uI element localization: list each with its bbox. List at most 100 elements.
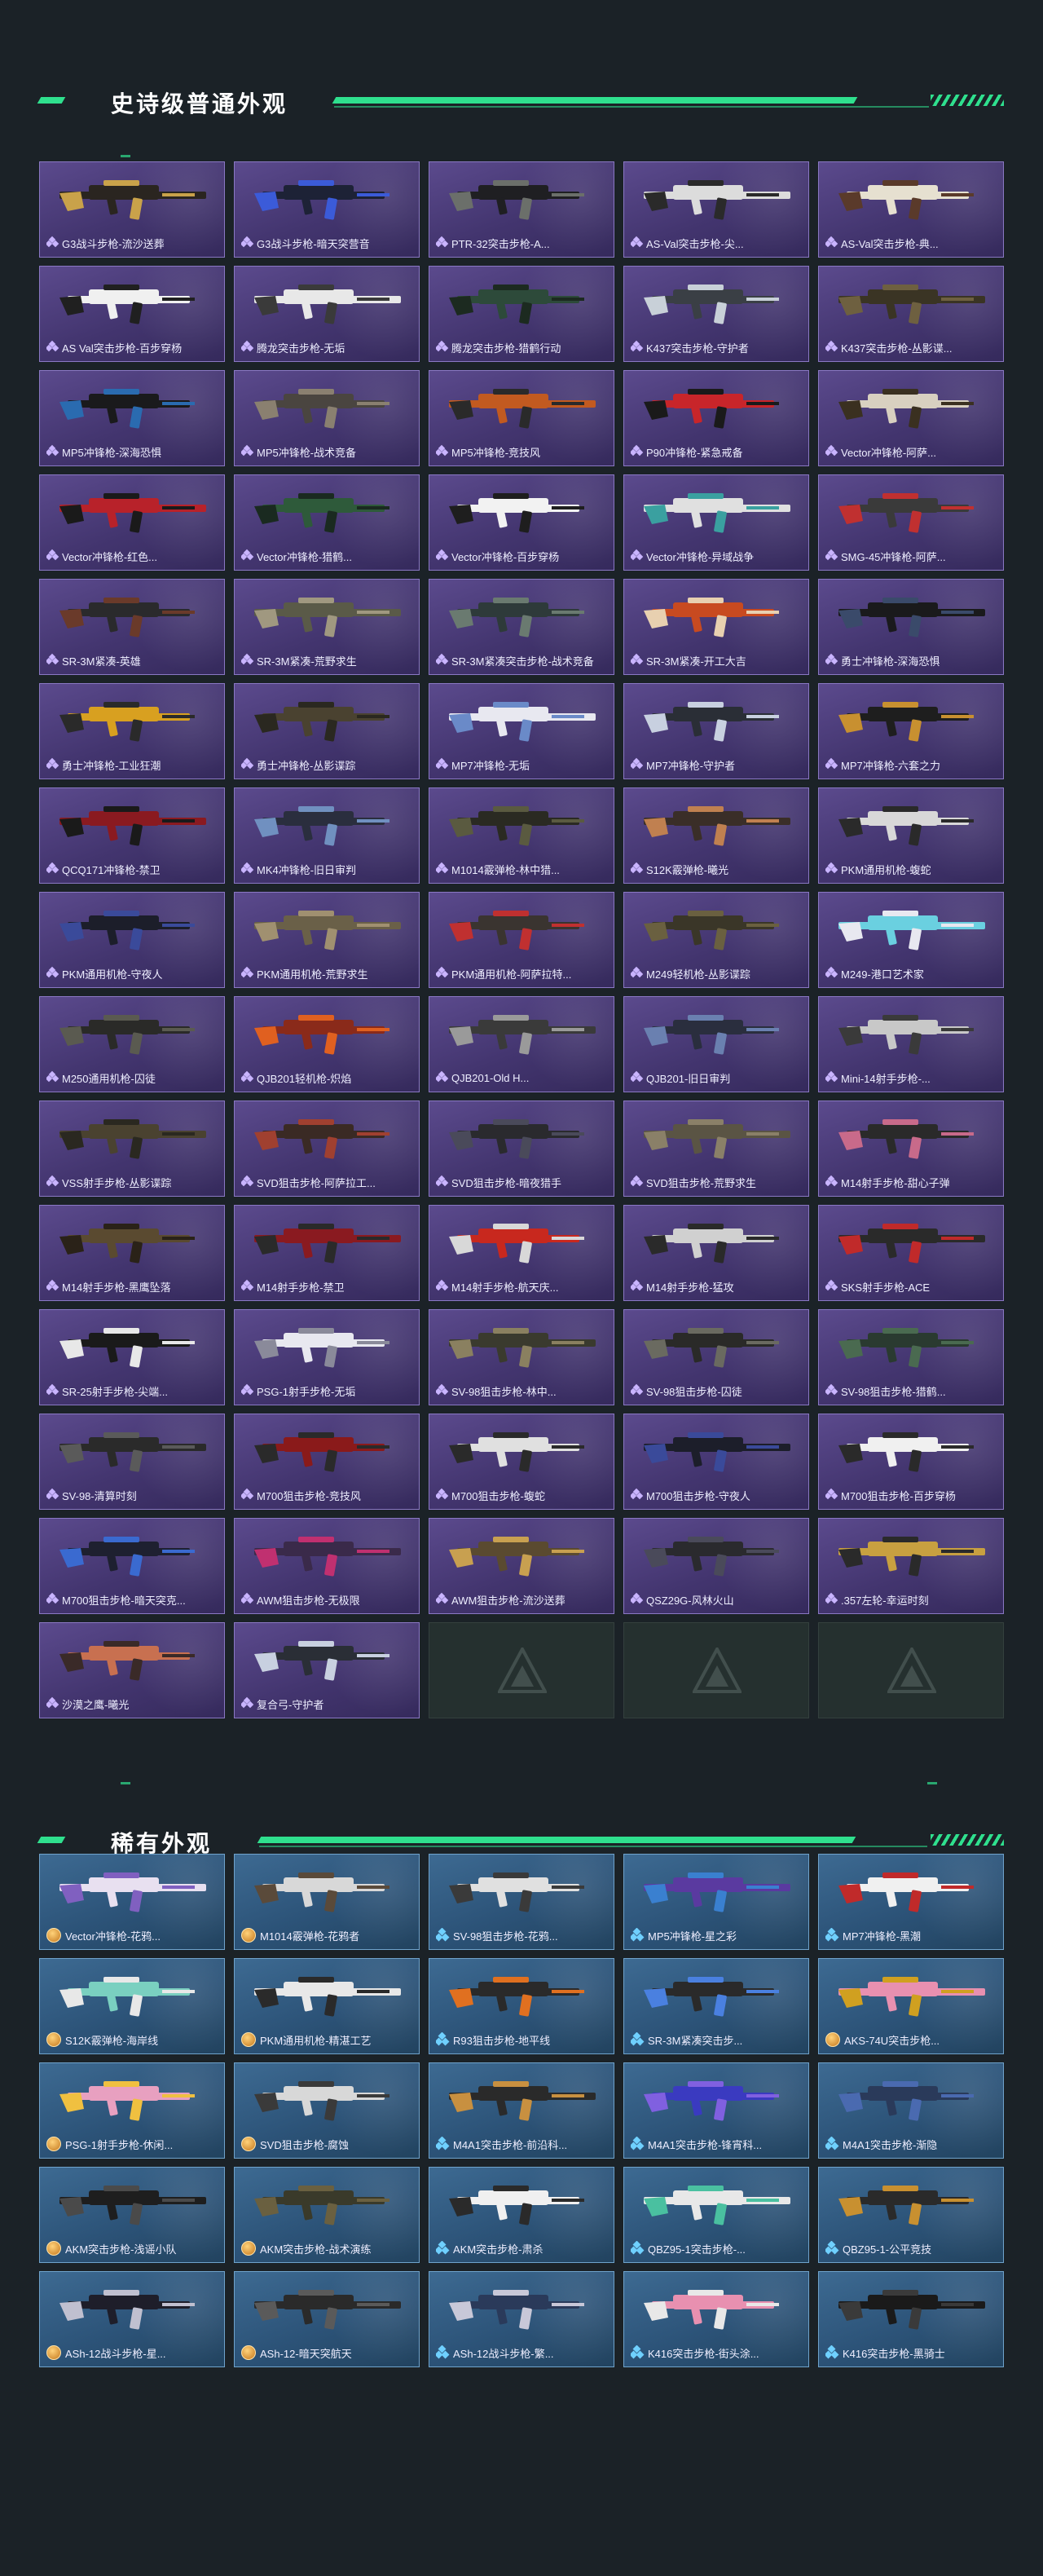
skin-card[interactable]: QJB201-旧日审判 — [623, 996, 809, 1092]
skin-card[interactable]: MP7冲锋枪-黑潮 — [818, 1854, 1004, 1950]
epic-rarity-icon — [46, 340, 59, 353]
skin-card[interactable]: MP7冲锋枪-无垢 — [429, 683, 614, 779]
skin-card[interactable]: 勇士冲锋枪-深海恐惧 — [818, 579, 1004, 675]
skin-name: QBZ95-1-公平竞技 — [843, 2243, 932, 2256]
skin-card[interactable]: SR-3M紧凑突击步... — [623, 1958, 809, 2054]
skin-card[interactable]: M14射手步枪-猛攻 — [623, 1205, 809, 1301]
skin-card[interactable]: MK4冲锋枪-旧日审判 — [234, 787, 420, 884]
skin-card[interactable]: 腾龙突击步枪-猎鹤行动 — [429, 266, 614, 362]
skin-card[interactable]: AS-Val突击步枪-典... — [818, 161, 1004, 258]
skin-card[interactable]: MP5冲锋枪-深海恐惧 — [39, 370, 225, 466]
skin-card[interactable]: M250通用机枪-囚徒 — [39, 996, 225, 1092]
skin-card[interactable]: K437突击步枪-丛影谍... — [818, 266, 1004, 362]
skin-card[interactable]: M249轻机枪-丛影谍踪 — [623, 892, 809, 988]
skin-card[interactable]: SR-3M紧凑-荒野求生 — [234, 579, 420, 675]
skin-card[interactable]: M4A1突击步枪-渐隐 — [818, 2062, 1004, 2159]
skin-card[interactable]: K416突击步枪-街头涂... — [623, 2271, 809, 2367]
skin-card[interactable]: 沙漠之鹰-曦光 — [39, 1622, 225, 1718]
skin-card[interactable]: Vector冲锋枪-红色... — [39, 474, 225, 571]
skin-card[interactable]: SR-3M紧凑-英雄 — [39, 579, 225, 675]
skin-card[interactable]: AWM狙击步枪-流沙送葬 — [429, 1518, 614, 1614]
skin-card[interactable]: M4A1突击步枪-前沿科... — [429, 2062, 614, 2159]
skin-card[interactable]: PTR-32突击步枪-A... — [429, 161, 614, 258]
skin-card[interactable]: Vector冲锋枪-花鸦... — [39, 1854, 225, 1950]
skin-card[interactable]: Vector冲锋枪-异域战争 — [623, 474, 809, 571]
skin-card[interactable]: AKM突击步枪-肃杀 — [429, 2167, 614, 2263]
skin-card[interactable]: SR-25射手步枪-尖端... — [39, 1309, 225, 1405]
skin-card[interactable]: M700狙击步枪-守夜人 — [623, 1414, 809, 1510]
skin-card[interactable]: ASh-12战斗步枪-繁... — [429, 2271, 614, 2367]
skin-card[interactable]: AWM狙击步枪-无极限 — [234, 1518, 420, 1614]
skin-card[interactable]: P90冲锋枪-紧急戒备 — [623, 370, 809, 466]
skin-card[interactable]: AKS-74U突击步枪... — [818, 1958, 1004, 2054]
skin-card[interactable]: SVD狙击步枪-腐蚀 — [234, 2062, 420, 2159]
skin-card[interactable]: .357左轮-幸运时刻 — [818, 1518, 1004, 1614]
skin-card[interactable]: QSZ29G-风林火山 — [623, 1518, 809, 1614]
skin-card[interactable]: QJB201轻机枪-炽焰 — [234, 996, 420, 1092]
skin-card[interactable]: QCQ171冲锋枪-禁卫 — [39, 787, 225, 884]
skin-card[interactable]: SV-98狙击步枪-花鸦... — [429, 1854, 614, 1950]
skin-card[interactable]: M700狙击步枪-蝮蛇 — [429, 1414, 614, 1510]
skin-card[interactable]: QBZ95-1突击步枪-... — [623, 2167, 809, 2263]
skin-name: Vector冲锋枪-猎鹤... — [257, 550, 353, 563]
skin-card[interactable]: PKM通用机枪-精湛工艺 — [234, 1958, 420, 2054]
skin-card[interactable]: PKM通用机枪-阿萨拉特... — [429, 892, 614, 988]
skin-card[interactable]: PSG-1射手步枪-无垢 — [234, 1309, 420, 1405]
skin-card[interactable]: ASh-12-暗天突航天 — [234, 2271, 420, 2367]
skin-card[interactable]: S12K霰弹枪-海岸线 — [39, 1958, 225, 2054]
skin-card[interactable]: SR-3M紧凑-开工大吉 — [623, 579, 809, 675]
skin-card[interactable]: SKS射手步枪-ACE — [818, 1205, 1004, 1301]
skin-card[interactable]: M1014霰弹枪-林中猎... — [429, 787, 614, 884]
skin-card[interactable]: SV-98-清算时刻 — [39, 1414, 225, 1510]
skin-card[interactable]: MP7冲锋枪-六套之力 — [818, 683, 1004, 779]
skin-card[interactable]: Vector冲锋枪-猎鹤... — [234, 474, 420, 571]
skin-card[interactable]: M14射手步枪-黑鹰坠落 — [39, 1205, 225, 1301]
skin-card[interactable]: MP5冲锋枪-战术竞备 — [234, 370, 420, 466]
skin-card[interactable]: SVD狙击步枪-荒野求生 — [623, 1101, 809, 1197]
skin-card[interactable]: PSG-1射手步枪-休闲... — [39, 2062, 225, 2159]
skin-card[interactable]: M1014霰弹枪-花鸦者 — [234, 1854, 420, 1950]
skin-card[interactable]: M700狙击步枪-百步穿杨 — [818, 1414, 1004, 1510]
skin-card[interactable]: M700狙击步枪-暗天突克... — [39, 1518, 225, 1614]
skin-card[interactable]: M14射手步枪-禁卫 — [234, 1205, 420, 1301]
skin-card[interactable]: M14射手步枪-甜心子弹 — [818, 1101, 1004, 1197]
skin-card[interactable]: AKM突击步枪-战术演练 — [234, 2167, 420, 2263]
skin-card[interactable]: ASh-12战斗步枪-星... — [39, 2271, 225, 2367]
skin-card[interactable]: SV-98狙击步枪-囚徒 — [623, 1309, 809, 1405]
skin-card[interactable]: K416突击步枪-黑骑士 — [818, 2271, 1004, 2367]
skin-card[interactable]: QJB201-Old H... — [429, 996, 614, 1092]
skin-card[interactable]: G3战斗步枪-暗天突营音 — [234, 161, 420, 258]
skin-card[interactable]: Vector冲锋枪-百步穿杨 — [429, 474, 614, 571]
skin-card[interactable]: SVD狙击步枪-暗夜猎手 — [429, 1101, 614, 1197]
skin-card[interactable]: SVD狙击步枪-阿萨拉工... — [234, 1101, 420, 1197]
skin-card[interactable]: M14射手步枪-航天庆... — [429, 1205, 614, 1301]
skin-card[interactable]: VSS射手步枪-丛影谍踪 — [39, 1101, 225, 1197]
skin-card[interactable]: MP7冲锋枪-守护者 — [623, 683, 809, 779]
skin-card[interactable]: 勇士冲锋枪-工业狂潮 — [39, 683, 225, 779]
skin-card[interactable]: K437突击步枪-守护者 — [623, 266, 809, 362]
skin-card[interactable]: SV-98狙击步枪-猎鹤... — [818, 1309, 1004, 1405]
skin-card[interactable]: 腾龙突击步枪-无垢 — [234, 266, 420, 362]
skin-card[interactable]: 勇士冲锋枪-丛影谍踪 — [234, 683, 420, 779]
skin-card[interactable]: AKM突击步枪-浅谣小队 — [39, 2167, 225, 2263]
skin-card[interactable]: QBZ95-1-公平竞技 — [818, 2167, 1004, 2263]
skin-card[interactable]: AS Val突击步枪-百步穿杨 — [39, 266, 225, 362]
skin-card[interactable]: G3战斗步枪-流沙送葬 — [39, 161, 225, 258]
skin-card[interactable]: SR-3M紧凑突击步枪-战术竞备 — [429, 579, 614, 675]
skin-card[interactable]: PKM通用机枪-蝮蛇 — [818, 787, 1004, 884]
skin-card[interactable]: M249-港口艺术家 — [818, 892, 1004, 988]
skin-card[interactable]: S12K霰弹枪-曦光 — [623, 787, 809, 884]
skin-card[interactable]: AS-Val突击步枪-尖... — [623, 161, 809, 258]
skin-card[interactable]: MP5冲锋枪-星之彩 — [623, 1854, 809, 1950]
skin-card[interactable]: 复合弓-守护者 — [234, 1622, 420, 1718]
skin-card[interactable]: PKM通用机枪-荒野求生 — [234, 892, 420, 988]
skin-card[interactable]: PKM通用机枪-守夜人 — [39, 892, 225, 988]
skin-card[interactable]: Vector冲锋枪-阿萨... — [818, 370, 1004, 466]
skin-card[interactable]: SMG-45冲锋枪-阿萨... — [818, 474, 1004, 571]
skin-card[interactable]: M4A1突击步枪-锋宵科... — [623, 2062, 809, 2159]
skin-card[interactable]: SV-98狙击步枪-林中... — [429, 1309, 614, 1405]
skin-card[interactable]: Mini-14射手步枪-... — [818, 996, 1004, 1092]
skin-card[interactable]: R93狙击步枪-地平线 — [429, 1958, 614, 2054]
skin-card[interactable]: M700狙击步枪-竞技风 — [234, 1414, 420, 1510]
skin-card[interactable]: MP5冲锋枪-竞技风 — [429, 370, 614, 466]
